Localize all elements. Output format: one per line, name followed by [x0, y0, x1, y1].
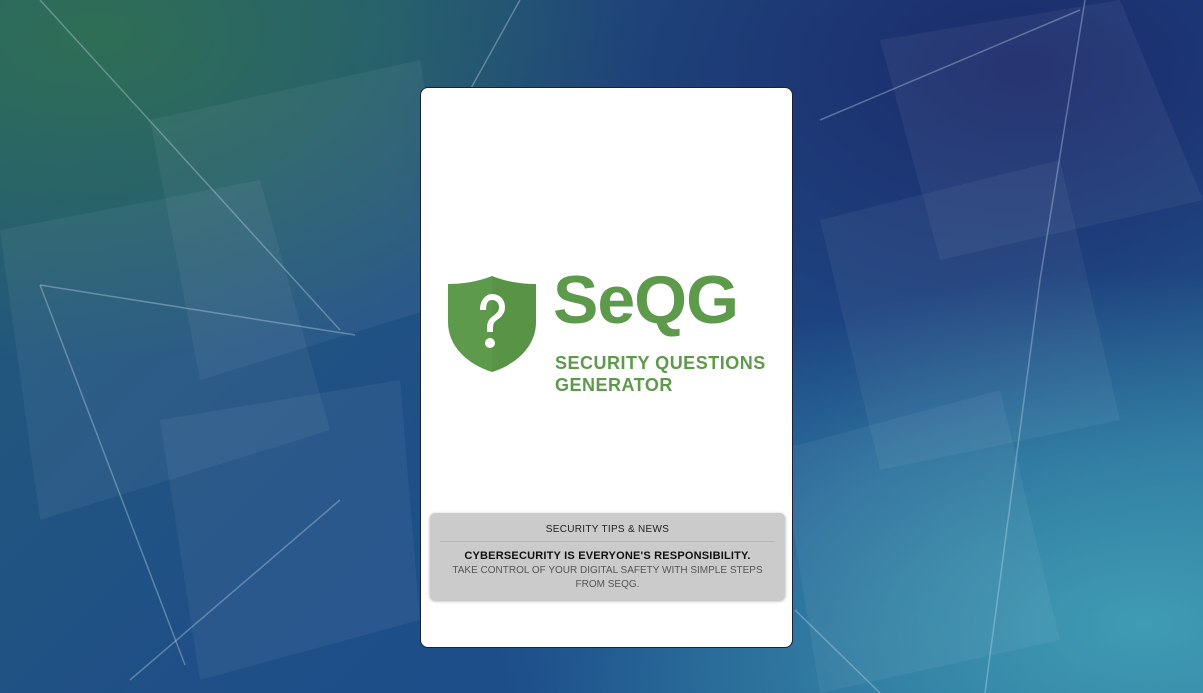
tips-title: SECURITY TIPS & NEWS: [545, 524, 670, 535]
tips-headline: CYBERSECURITY IS EVERYONE'S RESPONSIBILI…: [464, 550, 751, 562]
seqg-logo: SeQG SECURITY QUESTIONS GENERATOR: [447, 266, 769, 395]
brand-tagline: SECURITY QUESTIONS GENERATOR: [555, 353, 766, 395]
tips-divider: [440, 541, 775, 542]
brand-name: SeQG: [553, 262, 739, 338]
splash-card: SeQG SECURITY QUESTIONS GENERATOR SECURI…: [420, 87, 793, 648]
shield-question-icon: [448, 276, 536, 372]
tips-body: TAKE CONTROL OF YOUR DIGITAL SAFETY WITH…: [452, 565, 763, 590]
security-tips-panel[interactable]: SECURITY TIPS & NEWS CYBERSECURITY IS EV…: [430, 513, 785, 600]
